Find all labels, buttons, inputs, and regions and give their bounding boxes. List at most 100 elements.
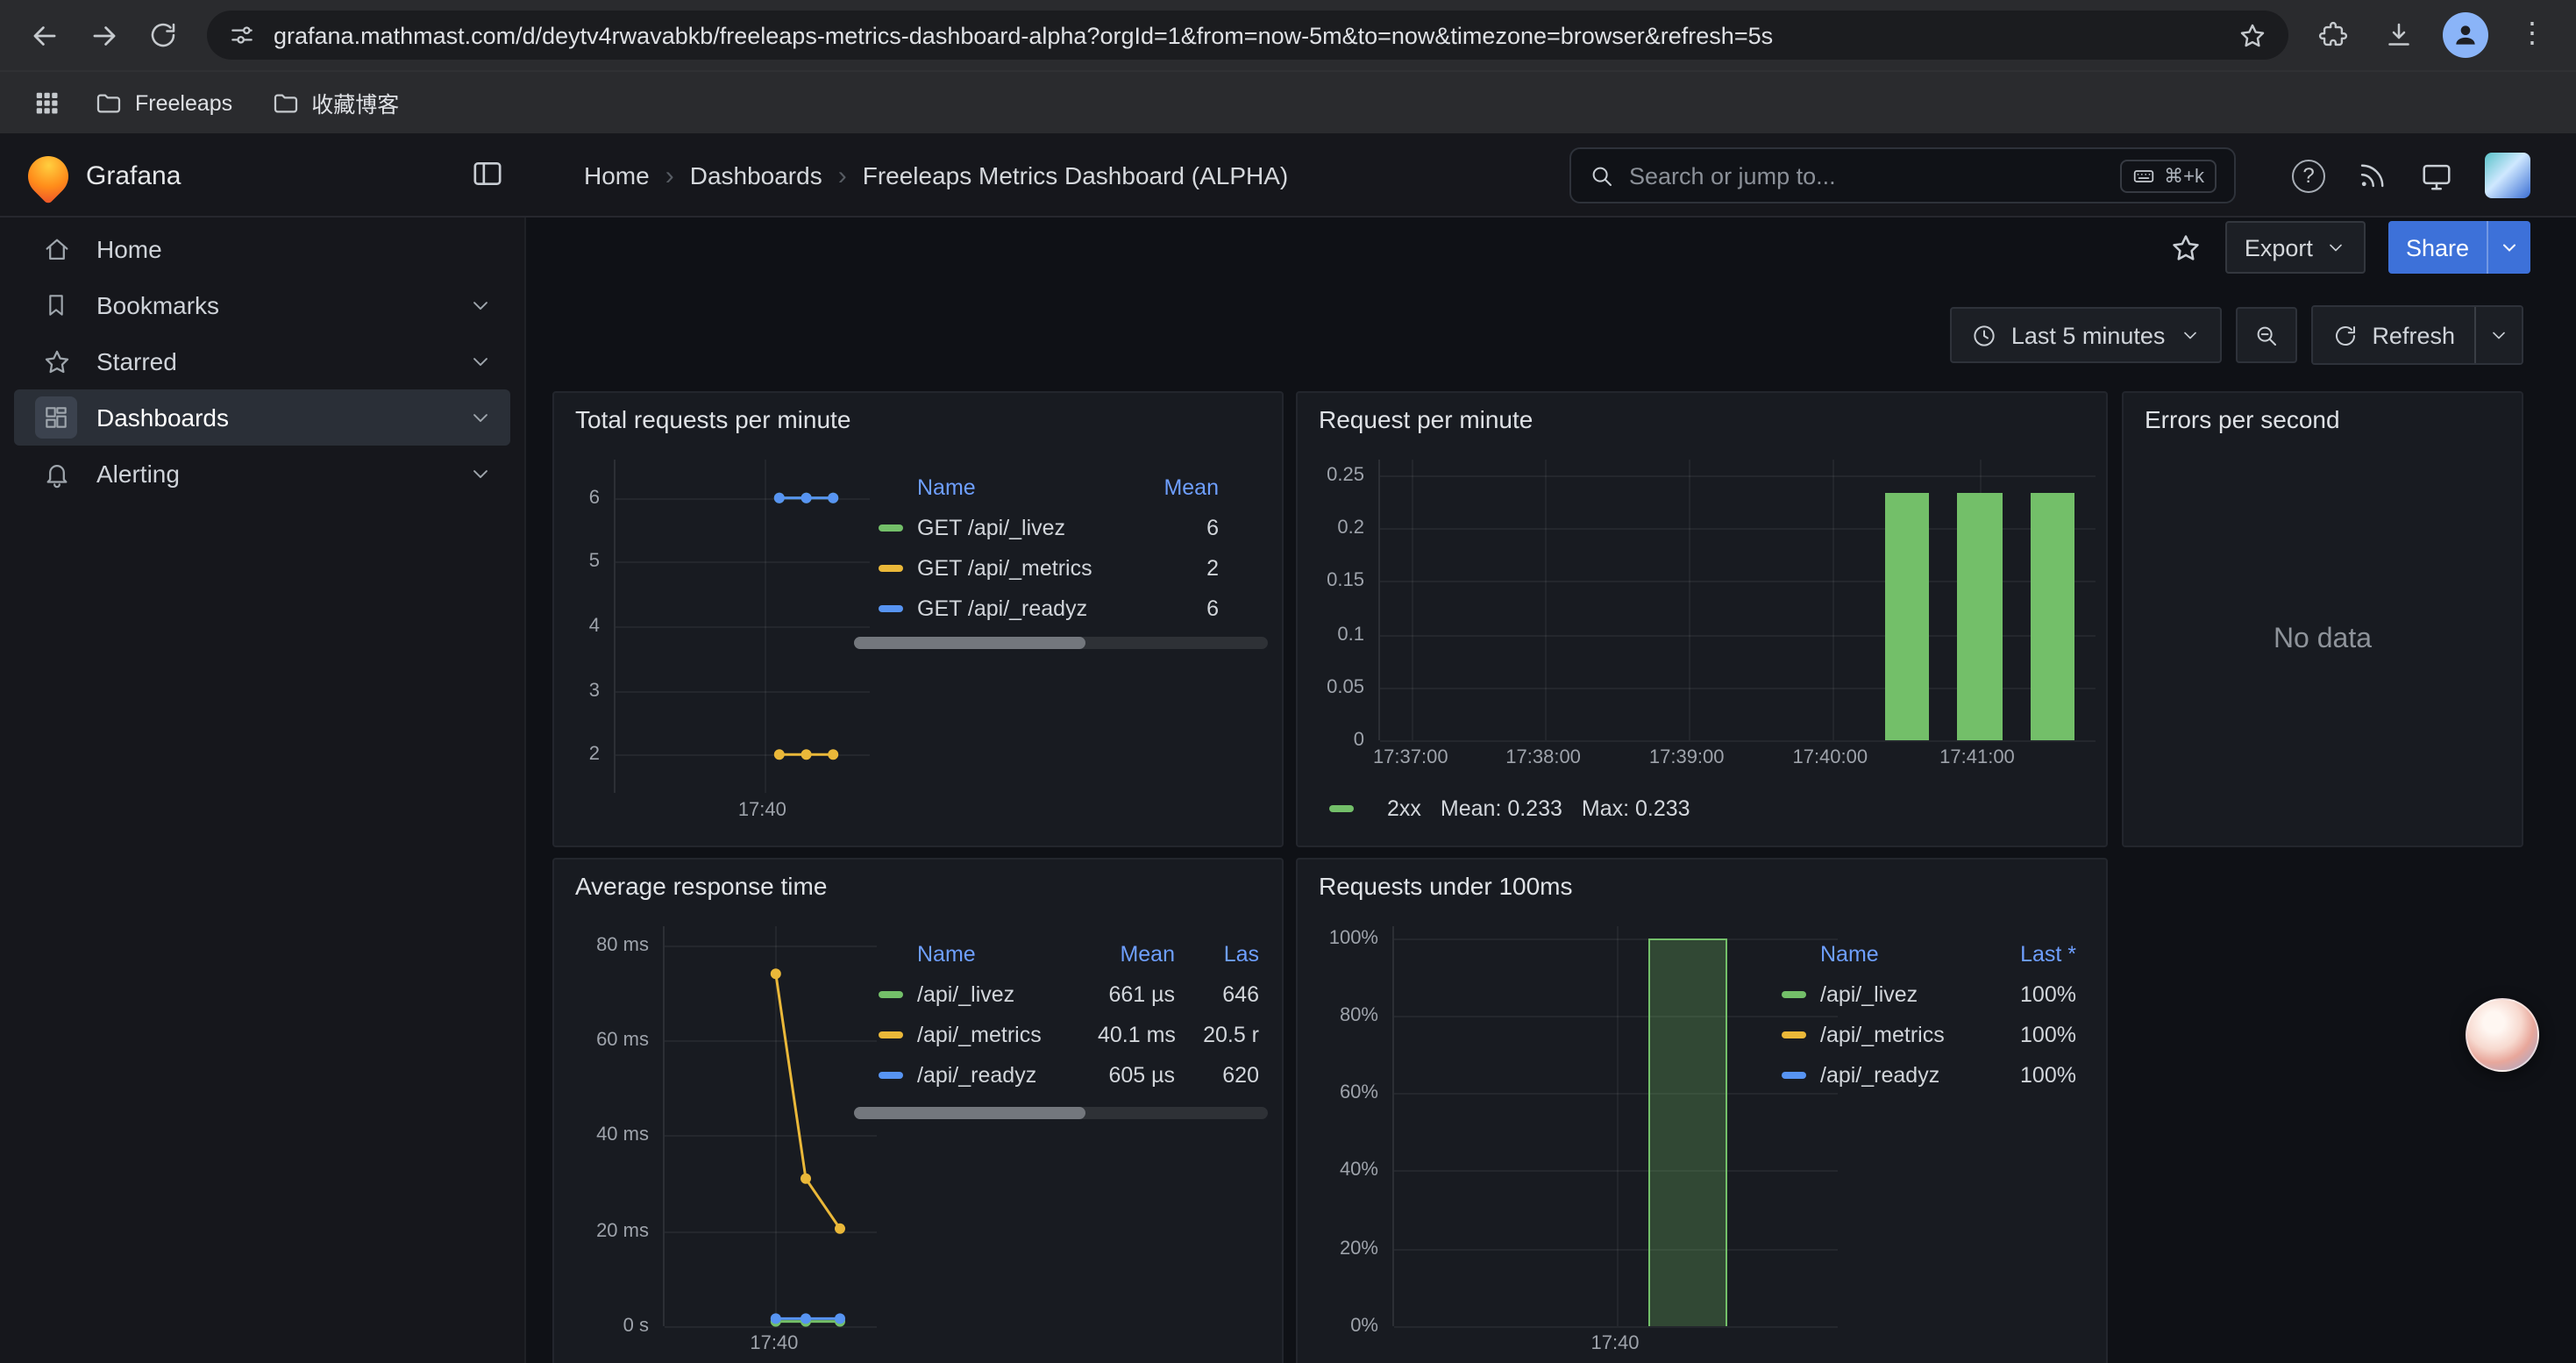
site-settings-icon — [228, 21, 256, 49]
panel-title[interactable]: Requests under 100ms — [1319, 872, 1573, 900]
panel-requests-under-100ms: Requests under 100ms 100%80%60%40%20%0%1… — [1296, 858, 2108, 1363]
series-swatch — [879, 1031, 903, 1038]
legend-table: Name Last * /api/_livez 100% /api/_metri… — [1782, 933, 2076, 1095]
series-name[interactable]: GET /api/_readyz — [917, 596, 1149, 620]
zoom-out-button[interactable] — [2235, 307, 2296, 363]
series-name[interactable]: /api/_metrics — [917, 1022, 1098, 1046]
share-menu-button[interactable] — [2487, 221, 2530, 274]
sidebar-item-alerting[interactable]: Alerting — [14, 446, 510, 502]
sidebar-toggle-button[interactable] — [470, 156, 505, 191]
bookmark-blog-folder[interactable]: 收藏博客 — [257, 79, 413, 126]
table-header-row: Name Mean Las — [879, 933, 1266, 974]
series-name[interactable]: /api/_livez — [1820, 981, 1985, 1006]
kebab-icon: ⋮ — [2518, 21, 2546, 49]
forward-button[interactable] — [74, 5, 133, 65]
chevron-down-icon — [2488, 325, 2509, 346]
chevron-separator-icon: › — [665, 161, 674, 190]
series-last: 100% — [1985, 981, 2076, 1006]
legend-series-name[interactable]: 2xx — [1387, 796, 1421, 821]
browser-toolbar: grafana.mathmast.com/d/deytv4rwavabkb/fr… — [0, 0, 2576, 70]
bookmark-star-icon[interactable] — [2238, 20, 2267, 50]
browser-menu-button[interactable]: ⋮ — [2502, 5, 2562, 65]
favorite-star-icon[interactable] — [2169, 231, 2202, 264]
series-name[interactable]: GET /api/_livez — [917, 515, 1149, 539]
dashboards-grid-icon — [35, 396, 77, 439]
chevron-down-icon[interactable] — [468, 349, 493, 374]
refresh-button-group: Refresh — [2310, 305, 2523, 365]
apps-grid-button[interactable] — [21, 78, 70, 127]
legend-table: Name Mean GET /api/_livez 6 GET /api/_me… — [879, 467, 1266, 628]
request-rate-chart: 0.250.20.150.10.05017:37:0017:38:0017:39… — [1312, 460, 2096, 779]
breadcrumb-dashboards[interactable]: Dashboards — [690, 161, 822, 189]
help-button[interactable]: ? — [2292, 159, 2325, 192]
panel-toggle-icon — [470, 156, 505, 191]
refresh-interval-button[interactable] — [2474, 307, 2522, 363]
series-name[interactable]: /api/_livez — [917, 981, 1098, 1006]
home-icon — [35, 228, 77, 270]
legend-table: Name Mean Las /api/_livez 661 µs 646 /ap… — [879, 933, 1266, 1095]
zoom-out-icon — [2252, 322, 2279, 348]
search-input[interactable]: Search or jump to... ⌘+k — [1569, 147, 2236, 203]
downloads-button[interactable] — [2369, 5, 2429, 65]
sidebar-item-home[interactable]: Home — [14, 221, 510, 277]
person-icon — [2451, 21, 2480, 49]
column-mean[interactable]: Mean — [1098, 941, 1175, 966]
series-name[interactable]: /api/_readyz — [917, 1062, 1098, 1087]
panel-average-response-time: Average response time 80 ms60 ms40 ms20 … — [552, 858, 1284, 1363]
table-scrollbar[interactable] — [854, 1107, 1268, 1119]
panel-title[interactable]: Total requests per minute — [575, 405, 850, 433]
export-button[interactable]: Export — [2225, 221, 2366, 274]
series-name[interactable]: /api/_readyz — [1820, 1062, 1985, 1087]
breadcrumb-home[interactable]: Home — [584, 161, 650, 189]
sidebar-item-dashboards[interactable]: Dashboards — [14, 389, 510, 446]
folder-icon — [271, 89, 299, 117]
scrollbar-thumb[interactable] — [854, 1107, 1085, 1119]
series-name[interactable]: /api/_metrics — [1820, 1022, 1985, 1046]
share-button[interactable]: Share — [2388, 221, 2487, 274]
address-bar[interactable]: grafana.mathmast.com/d/deytv4rwavabkb/fr… — [207, 11, 2288, 60]
extensions-button[interactable] — [2302, 5, 2362, 65]
topbar-icons: ? — [2292, 147, 2530, 203]
time-range-picker[interactable]: Last 5 minutes — [1950, 307, 2222, 363]
browser-profile-avatar[interactable] — [2443, 12, 2488, 58]
sidebar-item-starred[interactable]: Starred — [14, 333, 510, 389]
chart-legend: 2xx Mean: 0.233 Max: 0.233 — [1329, 796, 1690, 821]
sidebar-item-bookmarks[interactable]: Bookmarks — [14, 277, 510, 333]
panel-title[interactable]: Request per minute — [1319, 405, 1533, 433]
keyboard-icon — [2132, 164, 2155, 187]
reload-button[interactable] — [133, 5, 193, 65]
monitor-icon[interactable] — [2420, 159, 2453, 192]
org-avatar[interactable] — [2485, 153, 2530, 198]
column-mean[interactable]: Mean — [1149, 475, 1219, 499]
column-name[interactable]: Name — [917, 941, 1098, 966]
column-name[interactable]: Name — [917, 475, 1149, 499]
panel-title[interactable]: Errors per second — [2145, 405, 2340, 433]
refresh-button[interactable]: Refresh — [2312, 307, 2474, 363]
scrollbar-thumb[interactable] — [854, 637, 1085, 649]
chevron-down-icon — [2179, 325, 2200, 346]
grafana-brand: Grafana — [28, 133, 526, 218]
grafana-logo[interactable] — [19, 146, 76, 203]
news-rss-icon[interactable] — [2357, 160, 2388, 191]
column-last[interactable]: Las — [1175, 941, 1266, 966]
column-last[interactable]: Last * — [1985, 941, 2076, 966]
floating-assistant-avatar[interactable] — [2466, 998, 2539, 1072]
chevron-down-icon[interactable] — [468, 405, 493, 430]
series-swatch — [879, 564, 903, 571]
column-name[interactable]: Name — [1820, 941, 1985, 966]
back-button[interactable] — [14, 5, 74, 65]
chevron-down-icon[interactable] — [468, 461, 493, 486]
apps-grid-icon — [32, 89, 59, 116]
star-icon — [35, 340, 77, 382]
series-name[interactable]: GET /api/_metrics — [917, 555, 1149, 580]
clock-icon — [1971, 322, 1997, 348]
arrow-right-icon — [87, 18, 120, 52]
bookmark-freeleaps[interactable]: Freeleaps — [81, 82, 246, 124]
table-row: /api/_readyz 605 µs 620 — [879, 1054, 1266, 1095]
table-scrollbar[interactable] — [854, 637, 1268, 649]
bell-icon — [35, 453, 77, 495]
table-row: /api/_livez 100% — [1782, 974, 2076, 1014]
panel-title[interactable]: Average response time — [575, 872, 827, 900]
under-100ms-chart: 100%80%60%40%20%0%17:40 — [1312, 926, 1838, 1363]
chevron-down-icon[interactable] — [468, 293, 493, 318]
